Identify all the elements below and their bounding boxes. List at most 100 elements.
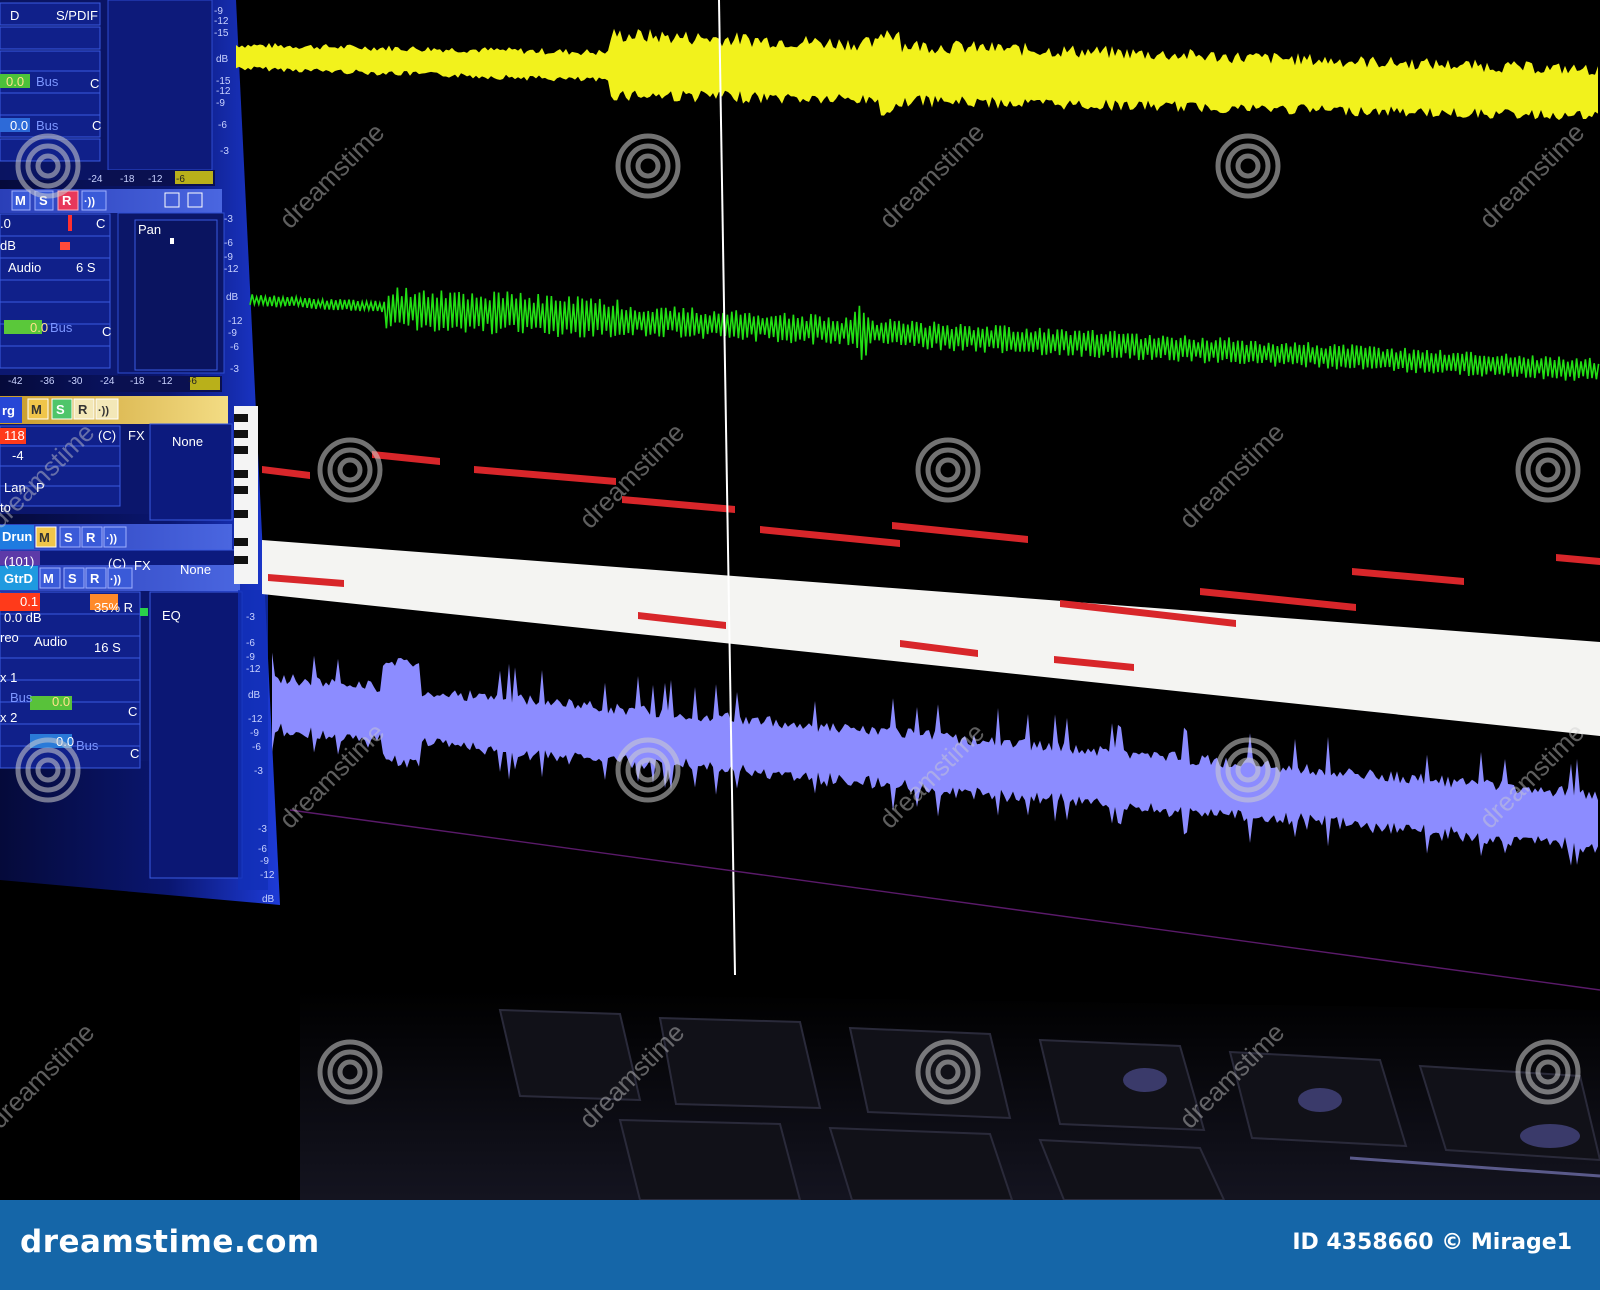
strip3-record-button[interactable]: R: [78, 402, 88, 417]
midi-note[interactable]: [1556, 554, 1600, 565]
strip5-scale-8: -3: [254, 766, 263, 777]
strip5-scale-11: -9: [260, 856, 269, 867]
strip1-send2-value[interactable]: 0.0: [10, 118, 28, 133]
strip1-scale-1: -12: [214, 16, 229, 27]
midi-note[interactable]: [622, 496, 735, 513]
strip5-mode[interactable]: 16 S: [94, 640, 121, 655]
strip1-send1-bus: Bus: [36, 74, 59, 89]
strip2-scale-1: -6: [224, 238, 233, 249]
strip4-mute-button[interactable]: M: [39, 530, 50, 545]
strip5-send2-pan[interactable]: C: [130, 746, 139, 761]
strip3-fx-value[interactable]: None: [172, 434, 203, 449]
strip3-name[interactable]: rg: [2, 403, 15, 418]
strip2-volume[interactable]: .0: [0, 216, 11, 231]
strip5-scale-1: -6: [246, 638, 255, 649]
strip5-send1-pan[interactable]: C: [128, 704, 137, 719]
strip5-scale-0: -3: [246, 612, 255, 623]
strip5-pan[interactable]: 35% R: [94, 600, 133, 615]
strip1-output[interactable]: S/PDIF: [56, 8, 98, 23]
audio-track-1-waveform[interactable]: [236, 28, 1598, 120]
strip5-scale-12: -12: [260, 870, 275, 881]
strip3-volume[interactable]: 118: [4, 428, 25, 443]
strip3-pan[interactable]: -4: [12, 448, 24, 463]
watermark-spiral-icon: [615, 133, 681, 199]
strip2-send-value[interactable]: 0.0: [30, 320, 48, 335]
midi-note[interactable]: [262, 466, 310, 479]
strip5-send2-bus: Bus: [76, 738, 99, 753]
watermark-spiral-icon: [615, 737, 681, 803]
watermark-text: dreamstime: [0, 1017, 100, 1134]
strip2-bottom-0: -42: [8, 376, 23, 387]
strip2-monitor-button[interactable]: ·)): [84, 196, 95, 208]
strip3-solo-button[interactable]: S: [56, 402, 65, 417]
playhead-line[interactable]: [718, 0, 736, 976]
watermark-text: dreamstime: [273, 117, 390, 234]
strip2-bottom-6: -6: [188, 376, 197, 387]
strip4-record-button[interactable]: R: [86, 530, 96, 545]
strip1-input[interactable]: D: [10, 8, 19, 23]
footer-site-name[interactable]: dreamstime.com: [20, 1224, 320, 1260]
midi-note[interactable]: [372, 451, 440, 465]
strip2-scale-8: -3: [230, 364, 239, 375]
strip2-pan[interactable]: C: [96, 216, 105, 231]
strip1-bottom-2: -12: [148, 174, 163, 185]
watermark-spiral-icon: [1515, 437, 1581, 503]
strip5-name[interactable]: GtrD: [4, 571, 33, 586]
strip4-fx-label: FX: [134, 558, 151, 573]
strip1-scale-5: -12: [216, 86, 231, 97]
strip5-send1-bus-left: Bus: [10, 690, 33, 705]
strip5-record-button[interactable]: R: [90, 571, 100, 586]
watermark-spiral-icon: [1215, 133, 1281, 199]
strip1-send2-pan[interactable]: C: [92, 118, 101, 133]
strip2-bottom-2: -30: [68, 376, 83, 387]
strip5-scale-2: -9: [246, 652, 255, 663]
strip2-record-button[interactable]: R: [62, 193, 72, 208]
strip5-type[interactable]: Audio: [34, 634, 67, 649]
strip1-scale-8: -3: [220, 146, 229, 157]
midi-note[interactable]: [1352, 568, 1464, 585]
strip2-type[interactable]: Audio: [8, 260, 41, 275]
watermark-text: dreamstime: [573, 417, 690, 534]
strip2-bottom-4: -18: [130, 376, 145, 387]
midi-note[interactable]: [1200, 588, 1356, 611]
strip3-mute-button[interactable]: M: [31, 402, 42, 417]
strip4-monitor-button[interactable]: ·)): [106, 533, 117, 545]
strip2-send-bus: Bus: [50, 320, 73, 335]
midi-note[interactable]: [760, 526, 900, 547]
strip1-scale-6: -9: [216, 98, 225, 109]
strip5-volume[interactable]: 0.1: [20, 594, 38, 609]
strip4-fx-value[interactable]: None: [180, 562, 211, 577]
strip5-scale-7: -6: [252, 742, 261, 753]
strip2-scale-6: -9: [228, 328, 237, 339]
strip5-monitor-button[interactable]: ·)): [110, 574, 121, 586]
strip2-scale-7: -6: [230, 342, 239, 353]
strip5-scale-9: -3: [258, 824, 267, 835]
strip5-row-b: x 2: [0, 710, 17, 725]
watermark-text: dreamstime: [1473, 117, 1590, 234]
midi-note[interactable]: [474, 466, 616, 485]
strip5-eq-indicator[interactable]: [140, 608, 148, 616]
strip5-gain[interactable]: 0.0 dB: [4, 610, 42, 625]
strip5-solo-button[interactable]: S: [68, 571, 77, 586]
strip2-scale-4: dB: [226, 292, 239, 303]
strip1-send1-pan[interactable]: C: [90, 76, 99, 91]
strip3-monitor-button[interactable]: ·)): [98, 405, 109, 417]
strip2-scale-2: -9: [224, 252, 233, 263]
watermark-spiral-icon: [915, 437, 981, 503]
strip1-send1-value[interactable]: 0.0: [6, 74, 24, 89]
strip2-send-pan[interactable]: C: [102, 324, 111, 339]
strip2-gain[interactable]: dB: [0, 238, 16, 253]
strip2-pan-slider[interactable]: [170, 238, 174, 244]
midi-note[interactable]: [892, 522, 1028, 543]
audio-track-2-waveform[interactable]: [249, 287, 1600, 381]
strip5-mute-button[interactable]: M: [43, 571, 54, 586]
strip5-send1-value[interactable]: 0.0: [52, 694, 70, 709]
strip2-mute-button[interactable]: M: [15, 193, 26, 208]
strip1-scale-2: -15: [214, 28, 229, 39]
strip5-scale-6: -9: [250, 728, 259, 739]
strip1-scale-3: dB: [216, 54, 229, 65]
strip4-patch[interactable]: (101): [4, 554, 34, 569]
strip2-mode[interactable]: 6 S: [76, 260, 96, 275]
strip4-solo-button[interactable]: S: [64, 530, 73, 545]
strip2-bottom-5: -12: [158, 376, 173, 387]
